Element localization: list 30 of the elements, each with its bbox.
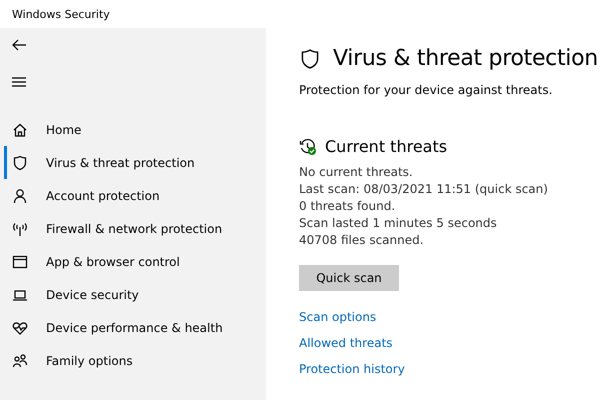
nav-item[interactable]: Firewall & network protection [4,212,266,245]
nav-item[interactable]: Home [4,113,266,146]
link[interactable]: Scan options [299,309,376,326]
antenna-icon [12,220,28,236]
home-icon [12,122,28,138]
shield-icon [12,154,28,170]
shield-icon [299,46,321,70]
page-title: Virus & threat protection [333,46,598,71]
page-subtitle: Protection for your device against threats. [299,83,554,97]
section-title: Current threats [325,137,448,156]
quick-scan-button[interactable]: Quick scan [299,265,399,291]
nav-item[interactable]: Device security [4,278,266,311]
browser-window-icon [12,254,28,270]
nav-item[interactable]: App & browser control [4,245,266,278]
status-text: Last scan: 08/03/2021 11:51 (quick scan) [299,181,549,198]
person-icon [12,188,28,204]
status-text: 40708 files scanned. [299,232,425,249]
nav-item[interactable]: Family options [4,344,266,377]
nav-item[interactable]: Virus & threat protection [4,146,266,179]
nav-item[interactable]: Device performance & health [4,311,266,344]
status-text: 0 threats found. [299,198,396,215]
status-text: Scan lasted 1 minutes 5 seconds [299,215,498,232]
history-check-icon [299,138,317,156]
nav-item[interactable]: Account protection [4,179,266,212]
window-title: Windows Security [12,8,110,20]
heart-pulse-icon [12,320,28,336]
link[interactable]: Allowed threats [299,335,393,352]
link[interactable]: Protection history [299,361,405,378]
status-text: No current threats. [299,164,414,181]
family-icon [12,352,28,368]
